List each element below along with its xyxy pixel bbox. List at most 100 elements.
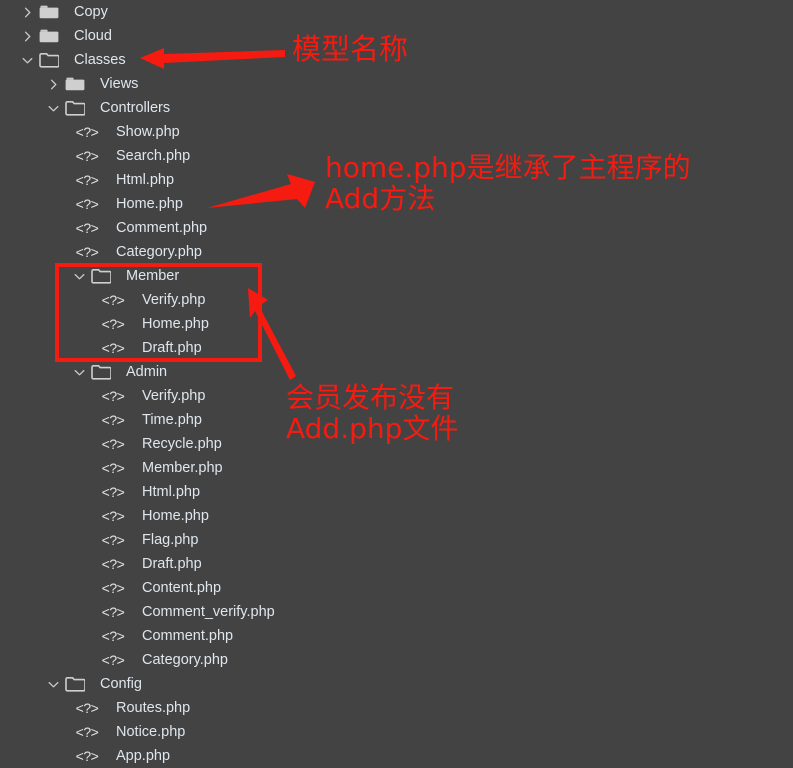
chevron-down-icon[interactable] — [18, 48, 36, 72]
tree-file-label: Draft.php — [142, 340, 202, 356]
chevron-down-icon[interactable] — [44, 672, 62, 696]
php-file-icon: <?> — [101, 340, 125, 356]
php-file-icon: <?> — [75, 124, 99, 140]
php-file-icon: <?> — [101, 316, 125, 332]
php-file-icon: <?> — [75, 196, 99, 212]
folder-closed-icon — [62, 72, 88, 96]
php-file-icon: <?> — [75, 172, 99, 188]
tree-file-row[interactable]: <?> Content.php — [0, 576, 793, 600]
php-file-icon: <?> — [101, 604, 125, 620]
php-file-icon: <?> — [75, 148, 99, 164]
tree-file-label: Comment.php — [116, 220, 208, 236]
chevron-down-icon[interactable] — [44, 96, 62, 120]
tree-file-label: Verify.php — [142, 292, 206, 308]
tree-file-label: Draft.php — [142, 556, 202, 572]
tree-file-label: Recycle.php — [142, 436, 222, 452]
php-file-icon: <?> — [75, 748, 99, 764]
tree-folder-label: Classes — [74, 52, 126, 68]
tree-file-label: Html.php — [116, 172, 175, 188]
tree-folder-row[interactable]: Views — [0, 72, 793, 96]
tree-folder-label: Config — [100, 676, 142, 692]
tree-file-row[interactable]: <?> Comment_verify.php — [0, 600, 793, 624]
chevron-right-icon[interactable] — [18, 24, 36, 48]
tree-file-row[interactable]: <?> Category.php — [0, 240, 793, 264]
tree-folder-row[interactable]: Controllers — [0, 96, 793, 120]
php-file-icon: <?> — [75, 700, 99, 716]
folder-open-icon — [36, 48, 62, 72]
tree-folder-label: Views — [100, 76, 139, 92]
tree-folder-row[interactable]: Cloud — [0, 24, 793, 48]
php-file-icon: <?> — [101, 484, 125, 500]
tree-folder-label: Member — [126, 268, 180, 284]
tree-file-label: Content.php — [142, 580, 222, 596]
php-file-icon: <?> — [75, 220, 99, 236]
tree-file-label: Home.php — [142, 316, 209, 332]
php-file-icon: <?> — [101, 628, 125, 644]
tree-file-row[interactable]: <?> Draft.php — [0, 336, 793, 360]
tree-file-label: Category.php — [142, 652, 228, 668]
php-file-icon: <?> — [101, 652, 125, 668]
chevron-down-icon[interactable] — [70, 264, 88, 288]
tree-folder-label: Copy — [74, 4, 108, 20]
chevron-right-icon[interactable] — [18, 0, 36, 24]
tree-file-row[interactable]: <?> App.php — [0, 744, 793, 768]
tree-folder-row[interactable]: Classes — [0, 48, 793, 72]
tree-file-row[interactable]: <?> Verify.php — [0, 384, 793, 408]
file-explorer-tree[interactable]: Copy Cloud Classes Views Controllers <?> Show.… — [0, 0, 793, 766]
folder-closed-icon — [36, 24, 62, 48]
tree-file-label: Verify.php — [142, 388, 206, 404]
tree-file-row[interactable]: <?> Time.php — [0, 408, 793, 432]
tree-file-row[interactable]: <?> Flag.php — [0, 528, 793, 552]
tree-file-label: Time.php — [142, 412, 202, 428]
tree-file-label: Flag.php — [142, 532, 199, 548]
tree-file-row[interactable]: <?> Comment.php — [0, 624, 793, 648]
tree-folder-label: Controllers — [100, 100, 171, 116]
tree-file-label: Search.php — [116, 148, 191, 164]
tree-file-row[interactable]: <?> Draft.php — [0, 552, 793, 576]
tree-file-label: Comment_verify.php — [142, 604, 275, 620]
tree-file-row[interactable]: <?> Home.php — [0, 312, 793, 336]
tree-file-label: Category.php — [116, 244, 202, 260]
php-file-icon: <?> — [101, 388, 125, 404]
tree-folder-row[interactable]: Config — [0, 672, 793, 696]
tree-file-row[interactable]: <?> Show.php — [0, 120, 793, 144]
tree-file-row[interactable]: <?> Routes.php — [0, 696, 793, 720]
tree-file-row[interactable]: <?> Html.php — [0, 480, 793, 504]
tree-file-row[interactable]: <?> Verify.php — [0, 288, 793, 312]
tree-file-row[interactable]: <?> Html.php — [0, 168, 793, 192]
tree-file-row[interactable]: <?> Comment.php — [0, 216, 793, 240]
tree-file-label: Notice.php — [116, 724, 186, 740]
php-file-icon: <?> — [75, 244, 99, 260]
folder-closed-icon — [36, 0, 62, 24]
tree-file-label: Home.php — [142, 508, 209, 524]
tree-folder-label: Admin — [126, 364, 168, 380]
tree-file-row[interactable]: <?> Home.php — [0, 504, 793, 528]
tree-file-row[interactable]: <?> Category.php — [0, 648, 793, 672]
folder-open-icon — [62, 96, 88, 120]
tree-file-label: Html.php — [142, 484, 201, 500]
tree-folder-row[interactable]: Copy — [0, 0, 793, 24]
php-file-icon: <?> — [101, 412, 125, 428]
php-file-icon: <?> — [75, 724, 99, 740]
chevron-down-icon[interactable] — [70, 360, 88, 384]
tree-file-row[interactable]: <?> Recycle.php — [0, 432, 793, 456]
chevron-right-icon[interactable] — [44, 72, 62, 96]
folder-open-icon — [88, 360, 114, 384]
folder-open-icon — [88, 264, 114, 288]
tree-file-row[interactable]: <?> Notice.php — [0, 720, 793, 744]
php-file-icon: <?> — [101, 508, 125, 524]
tree-folder-label: Cloud — [74, 28, 112, 44]
tree-file-row[interactable]: <?> Home.php — [0, 192, 793, 216]
php-file-icon: <?> — [101, 532, 125, 548]
tree-file-label: Show.php — [116, 124, 180, 140]
php-file-icon: <?> — [101, 580, 125, 596]
tree-folder-row[interactable]: Admin — [0, 360, 793, 384]
php-file-icon: <?> — [101, 556, 125, 572]
tree-file-row[interactable]: <?> Search.php — [0, 144, 793, 168]
tree-file-label: Comment.php — [142, 628, 234, 644]
tree-file-label: Home.php — [116, 196, 183, 212]
tree-folder-row[interactable]: Member — [0, 264, 793, 288]
folder-open-icon — [62, 672, 88, 696]
tree-file-label: Member.php — [142, 460, 223, 476]
tree-file-row[interactable]: <?> Member.php — [0, 456, 793, 480]
